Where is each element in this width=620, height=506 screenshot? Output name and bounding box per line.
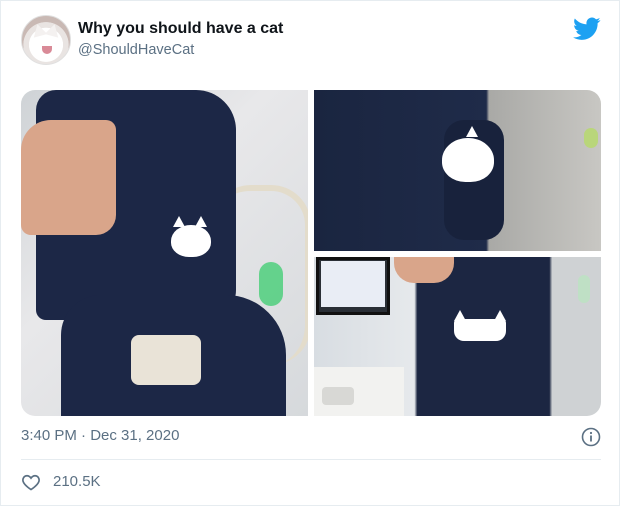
kitten-ear: [195, 216, 207, 227]
yellow-light: [584, 128, 598, 148]
kitten-ear: [173, 216, 185, 227]
author-handle[interactable]: @ShouldHaveCat: [78, 42, 194, 58]
twitter-bird-icon: [573, 17, 601, 40]
photo-kitten-in-scrubs-pocket-1[interactable]: [21, 90, 308, 416]
kitten-ear: [466, 126, 478, 137]
tweet-media-grid[interactable]: [21, 90, 601, 416]
kitten: [454, 319, 506, 341]
green-light: [259, 262, 283, 306]
tweet-timestamp[interactable]: 3:40 PM · Dec 31, 2020: [21, 427, 179, 444]
tape-roll: [322, 387, 354, 405]
kitten: [171, 225, 211, 257]
arm: [394, 257, 454, 283]
author-name[interactable]: Why you should have a cat: [78, 20, 283, 38]
avatar[interactable]: [21, 15, 71, 65]
monitor-screen: [321, 261, 385, 307]
avatar-cat-ear: [44, 22, 62, 38]
green-light: [578, 275, 590, 303]
photo-kitten-in-scrubs-pocket-2[interactable]: [314, 90, 601, 251]
kitten: [442, 138, 494, 182]
tweet-card: Why you should have a cat @ShouldHaveCat: [0, 0, 620, 506]
kitten-ear: [494, 310, 506, 321]
photo-kitten-in-scrubs-pocket-3[interactable]: [314, 257, 601, 416]
info-icon[interactable]: [581, 427, 601, 447]
arm: [21, 120, 116, 235]
avatar-cat-mouth: [42, 46, 52, 54]
kitten-ear: [454, 310, 466, 321]
chair-seat: [131, 335, 201, 385]
divider: [21, 459, 601, 460]
heart-icon[interactable]: [21, 472, 41, 492]
like-count[interactable]: 210.5K: [53, 473, 101, 490]
